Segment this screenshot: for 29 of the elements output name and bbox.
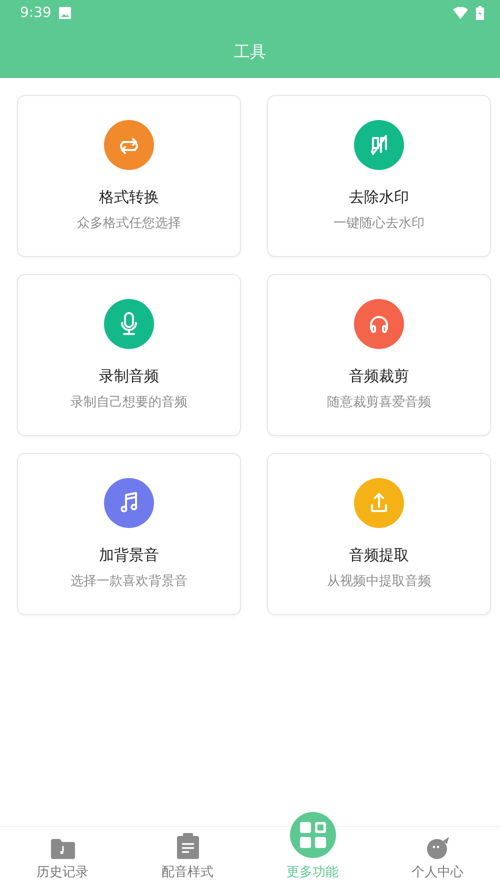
tool-subtitle: 一键随心去水印 [334,215,424,233]
tool-title: 音频裁剪 [349,366,409,386]
tool-subtitle: 从视频中提取音频 [327,573,431,591]
tool-card[interactable]: 音频裁剪 随意裁剪喜爱音频 [267,274,491,436]
tool-title: 录制音频 [99,366,159,386]
clipboard-icon [176,832,198,858]
wifi-icon [453,7,468,19]
tool-card[interactable]: 录制音频 录制自己想要的音频 [17,274,241,436]
nav-tab[interactable]: 历史记录 [0,826,125,888]
tool-title: 音频提取 [349,545,409,565]
page-title: 工具 [233,41,267,63]
nav-tab[interactable]: 配音样式 [125,826,250,888]
tool-subtitle: 随意裁剪喜爱音频 [327,394,431,412]
tool-card[interactable]: 去除水印 一键随心去水印 [267,95,491,257]
tool-title: 去除水印 [349,187,409,207]
tool-card[interactable]: 格式转换 众多格式任您选择 [17,95,241,257]
tool-title: 加背景音 [99,545,159,565]
chat-face-icon [426,836,450,858]
tool-subtitle: 录制自己想要的音频 [70,394,188,412]
battery-icon [476,6,484,20]
image-icon [59,7,72,19]
tool-card[interactable]: 音频提取 从视频中提取音频 [267,453,491,615]
tool-subtitle: 众多格式任您选择 [77,215,181,233]
status-time: 9:39 [20,4,52,22]
tool-subtitle: 选择一款喜欢背景音 [70,573,188,591]
nav-tab[interactable]: 个人中心 [375,826,500,888]
tool-card[interactable]: 加背景音 选择一款喜欢背景音 [17,453,241,615]
tool-title: 格式转换 [99,187,159,207]
folder-icon [50,838,74,858]
